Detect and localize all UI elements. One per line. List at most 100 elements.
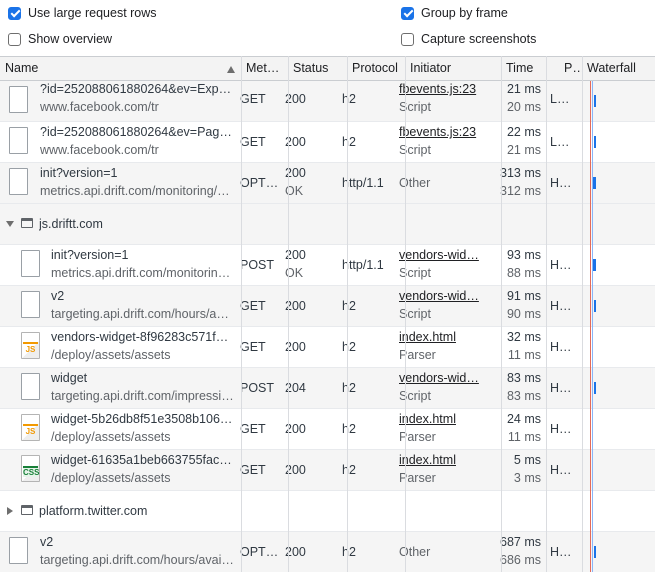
- document-icon: [21, 250, 40, 277]
- initiator-link[interactable]: index.html: [399, 329, 497, 345]
- request-priority: L…: [550, 135, 570, 149]
- request-method: GET: [240, 340, 266, 354]
- column-priority-header[interactable]: P…: [559, 57, 582, 80]
- column-waterfall-header[interactable]: Waterfall: [582, 57, 655, 80]
- column-initiator-label: Initiator: [410, 61, 451, 75]
- capture-screenshots-option[interactable]: Capture screenshots: [401, 31, 536, 47]
- column-protocol-label: Protocol: [352, 61, 398, 75]
- frame-group-drift[interactable]: js.driftt.com: [0, 204, 655, 245]
- request-method: POST: [240, 381, 275, 395]
- request-latency: 686 ms: [500, 553, 541, 567]
- capture-screenshots-checkbox[interactable]: [401, 32, 414, 46]
- column-divider[interactable]: [582, 56, 583, 572]
- request-protocol: h2: [342, 92, 356, 106]
- initiator-type: Parser: [399, 430, 436, 444]
- initiator-link[interactable]: vendors-wid…: [399, 247, 497, 263]
- table-row[interactable]: JS widget-5b26db8f51e3508b106… /deploy/as…: [0, 409, 655, 450]
- initiator-other: Other: [399, 545, 431, 559]
- document-icon: [9, 127, 28, 154]
- js-file-icon-label: JS: [23, 342, 38, 354]
- table-row[interactable]: widget targeting.api.drift.com/impressi… …: [0, 368, 655, 409]
- frame-group-label: js.driftt.com: [39, 217, 103, 231]
- request-path: targeting.api.drift.com/hours/a…: [51, 307, 229, 321]
- request-method: GET: [240, 463, 266, 477]
- collapse-arrow-icon[interactable]: [7, 507, 13, 515]
- column-divider[interactable]: [501, 56, 502, 572]
- initiator-type: Script: [399, 143, 431, 157]
- request-name: v2: [40, 535, 54, 549]
- show-overview-checkbox[interactable]: [8, 32, 21, 46]
- column-status-label: Status: [293, 61, 329, 75]
- request-status: 200: [285, 135, 306, 149]
- large-rows-option[interactable]: Use large request rows: [8, 5, 157, 21]
- request-protocol: h2: [342, 135, 356, 149]
- document-icon: [9, 537, 28, 564]
- request-name: widget: [51, 371, 88, 385]
- column-waterfall-label: Waterfall: [587, 61, 636, 75]
- table-row[interactable]: init?version=1 metrics.api.drift.com/moni…: [0, 163, 655, 204]
- request-name: init?version=1: [40, 166, 118, 180]
- initiator-link[interactable]: vendors-wid…: [399, 288, 497, 304]
- initiator-type: Script: [399, 389, 431, 403]
- show-overview-option[interactable]: Show overview: [8, 31, 112, 47]
- request-protocol: http/1.1: [342, 176, 384, 190]
- request-status: 200: [285, 463, 306, 477]
- request-method: POST: [240, 258, 275, 272]
- request-name: v2: [51, 289, 65, 303]
- waterfall-bar: [594, 300, 596, 312]
- sort-ascending-icon[interactable]: [227, 66, 235, 73]
- group-by-frame-option[interactable]: Group by frame: [401, 5, 508, 21]
- table-row[interactable]: ?id=252088061880264&ev=Expe… www.facebook…: [0, 81, 655, 122]
- column-divider[interactable]: [241, 56, 242, 572]
- column-status-header[interactable]: Status: [288, 57, 347, 80]
- request-method: OPT…: [240, 545, 279, 559]
- request-protocol: h2: [342, 340, 356, 354]
- table-row[interactable]: CSS widget-61635a1beb663755fac… /deploy/a…: [0, 450, 655, 491]
- initiator-link[interactable]: vendors-wid…: [399, 370, 497, 386]
- css-file-icon: CSS: [21, 455, 40, 482]
- column-divider[interactable]: [347, 56, 348, 572]
- column-method-header[interactable]: Met…: [241, 57, 288, 80]
- column-initiator-header[interactable]: Initiator: [405, 57, 501, 80]
- request-table: ?id=252088061880264&ev=Expe… www.facebook…: [0, 81, 655, 572]
- table-row[interactable]: init?version=1 metrics.api.drift.com/moni…: [0, 245, 655, 286]
- column-method-label: Met…: [246, 61, 280, 75]
- column-name-header[interactable]: Name: [0, 57, 241, 80]
- large-rows-checkbox[interactable]: [8, 6, 21, 20]
- request-time: 32 ms: [506, 330, 541, 344]
- table-row[interactable]: JS vendors-widget-8f96283c571f… /deploy/a…: [0, 327, 655, 368]
- request-status: 200: [285, 340, 306, 354]
- request-priority: H…: [550, 258, 572, 272]
- column-time-header[interactable]: Time: [501, 57, 559, 80]
- request-time: 687 ms: [500, 535, 541, 549]
- table-row[interactable]: v2 targeting.api.drift.com/hours/a… GET 2…: [0, 286, 655, 327]
- request-latency: 90 ms: [506, 307, 541, 321]
- initiator-link[interactable]: fbevents.js:23: [399, 124, 497, 140]
- request-path: /deploy/assets/assets: [51, 348, 171, 362]
- request-method: GET: [240, 135, 266, 149]
- js-file-icon: JS: [21, 414, 40, 441]
- initiator-link[interactable]: fbevents.js:23: [399, 81, 497, 97]
- group-by-frame-checkbox[interactable]: [401, 6, 414, 20]
- column-divider[interactable]: [546, 56, 547, 572]
- initiator-link[interactable]: index.html: [399, 452, 497, 468]
- frame-group-twitter[interactable]: platform.twitter.com: [0, 491, 655, 532]
- request-protocol: h2: [342, 463, 356, 477]
- request-path: targeting.api.drift.com/impressi…: [51, 389, 234, 403]
- expand-arrow-icon[interactable]: [6, 221, 14, 227]
- request-method: GET: [240, 422, 266, 436]
- initiator-link[interactable]: index.html: [399, 411, 497, 427]
- request-path: targeting.api.drift.com/hours/avai…: [40, 553, 234, 567]
- request-path: metrics.api.drift.com/monitoring/…: [40, 184, 230, 198]
- table-row[interactable]: ?id=252088061880264&ev=Page… www.facebook…: [0, 122, 655, 163]
- column-protocol-header[interactable]: Protocol: [347, 57, 405, 80]
- column-name-label: Name: [5, 61, 39, 75]
- column-divider[interactable]: [288, 56, 289, 572]
- column-divider[interactable]: [405, 56, 406, 572]
- initiator-type: Parser: [399, 348, 436, 362]
- initiator-type: Script: [399, 266, 431, 280]
- table-row[interactable]: v2 targeting.api.drift.com/hours/avai… OP…: [0, 532, 655, 572]
- request-status: 200: [285, 422, 306, 436]
- column-header-row: Name Met… Status Protocol Initiator Time…: [0, 56, 655, 81]
- request-name: widget-5b26db8f51e3508b106…: [51, 412, 233, 426]
